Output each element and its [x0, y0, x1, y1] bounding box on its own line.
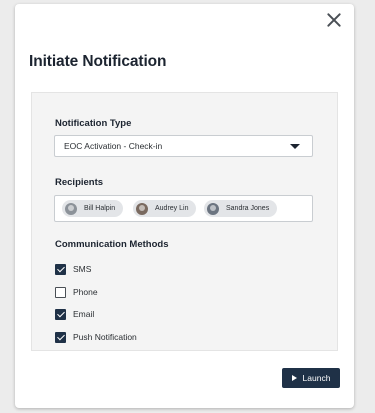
recipient-chip[interactable]: Audrey Lin	[133, 200, 197, 217]
play-icon	[291, 375, 297, 381]
avatar	[65, 202, 77, 215]
checkbox-checked[interactable]	[55, 308, 66, 320]
dialog-title: Initiate Notification	[29, 53, 167, 70]
method-phone-label: Phone	[73, 287, 98, 297]
recipient-chip-label: Sandra Jones	[226, 205, 270, 212]
checkbox-unchecked[interactable]	[55, 286, 66, 298]
method-push-label: Push Notification	[73, 332, 137, 342]
recipient-chip-label: Bill Halpin	[84, 205, 116, 212]
launch-button-label: Launch	[302, 373, 331, 383]
launch-button[interactable]: Launch	[282, 368, 340, 388]
method-sms-label: SMS	[73, 264, 92, 274]
avatar	[136, 202, 148, 215]
method-email-checkbox[interactable]: Email	[55, 308, 94, 320]
notification-form-panel: Notification Type EOC Activation - Check…	[31, 92, 338, 351]
recipients-label: Recipients	[55, 177, 104, 188]
close-icon[interactable]	[326, 12, 342, 28]
checkbox-checked[interactable]	[55, 263, 66, 275]
avatar	[207, 202, 219, 215]
notification-type-select[interactable]: EOC Activation - Check-in	[54, 135, 313, 157]
recipients-field[interactable]: Bill Halpin Audrey Lin Sandra Jones	[54, 195, 313, 222]
checkbox-checked[interactable]	[55, 331, 66, 343]
method-sms-checkbox[interactable]: SMS	[55, 263, 91, 275]
recipient-chip-label: Audrey Lin	[155, 205, 189, 212]
caret-down-icon	[290, 144, 300, 149]
notification-type-label: Notification Type	[55, 118, 132, 129]
notification-type-value: EOC Activation - Check-in	[64, 141, 163, 151]
recipient-chip[interactable]: Sandra Jones	[204, 200, 278, 217]
method-email-label: Email	[73, 309, 95, 319]
recipient-chip[interactable]: Bill Halpin	[62, 200, 124, 217]
method-phone-checkbox[interactable]: Phone	[55, 286, 98, 298]
communication-methods-label: Communication Methods	[55, 239, 169, 250]
initiate-notification-dialog: Initiate Notification Notification Type …	[15, 4, 354, 408]
method-push-checkbox[interactable]: Push Notification	[55, 331, 137, 343]
